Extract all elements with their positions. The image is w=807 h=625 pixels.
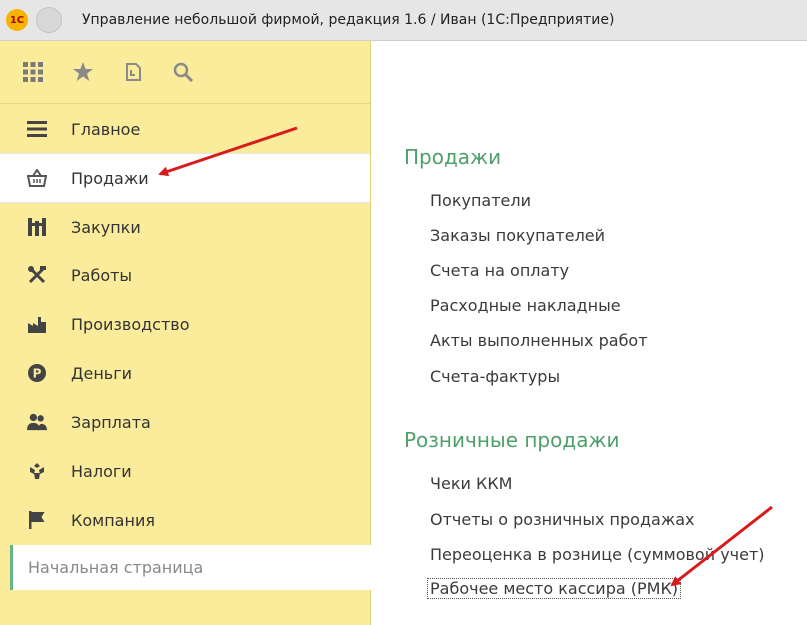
panel-toolbar xyxy=(0,41,370,104)
tools-icon xyxy=(27,265,47,285)
app-window: 1С Управление небольшой фирмой, редакция… xyxy=(0,0,807,625)
title-bar: 1С Управление небольшой фирмой, редакция… xyxy=(0,0,807,41)
sidebar-item-taxes[interactable]: Налоги xyxy=(0,447,370,495)
sidebar-item-label: Зарплата xyxy=(71,412,151,432)
link-work-acts[interactable]: Акты выполненных работ xyxy=(430,331,648,350)
sidebar-item-sales[interactable]: Продажи xyxy=(0,153,370,203)
history-icon[interactable] xyxy=(120,59,146,85)
start-page-tab[interactable]: Начальная страница xyxy=(10,545,371,590)
section-title-sales: Продажи xyxy=(404,145,502,169)
link-customers[interactable]: Покупатели xyxy=(430,191,531,210)
link-invoices-for-payment[interactable]: Счета на оплату xyxy=(430,261,569,280)
start-page-label: Начальная страница xyxy=(28,558,204,577)
sales-section-panel: Продажи Покупатели Заказы покупателей Сч… xyxy=(371,41,807,625)
sidebar-item-label: Продажи xyxy=(71,168,149,188)
sections-panel: Главное Продажи Закупки Работы Производс… xyxy=(0,41,371,625)
section-title-retail-sales: Розничные продажи xyxy=(404,428,620,452)
apps-grid-icon[interactable] xyxy=(20,59,46,85)
link-sales-invoices[interactable]: Расходные накладные xyxy=(430,296,621,315)
sidebar-item-company[interactable]: Компания xyxy=(0,496,370,544)
money-icon: P xyxy=(27,363,47,383)
link-cashier-workplace[interactable]: Рабочее место кассира (РМК) xyxy=(427,578,682,599)
link-tax-invoices[interactable]: Счета-фактуры xyxy=(430,367,560,386)
link-retail-revaluation[interactable]: Переоценка в рознице (суммовой учет) xyxy=(430,545,765,564)
sidebar-item-purchases[interactable]: Закупки xyxy=(0,203,370,251)
link-retail-sales-reports[interactable]: Отчеты о розничных продажах xyxy=(430,510,695,529)
search-icon[interactable] xyxy=(170,59,196,85)
sidebar-item-production[interactable]: Производство xyxy=(0,300,370,348)
cart-icon xyxy=(27,217,47,237)
factory-icon xyxy=(27,314,47,334)
sidebar-item-label: Работы xyxy=(71,265,133,285)
basket-icon xyxy=(27,168,47,188)
star-icon[interactable] xyxy=(70,59,96,85)
app-logo-icon[interactable]: 1С xyxy=(6,9,28,31)
sidebar-item-main[interactable]: Главное xyxy=(0,105,370,153)
svg-text:P: P xyxy=(33,367,42,381)
sidebar-item-works[interactable]: Работы xyxy=(0,251,370,299)
emblem-icon xyxy=(27,461,47,481)
window-title: Управление небольшой фирмой, редакция 1.… xyxy=(82,12,615,28)
window-menu-button[interactable] xyxy=(36,7,62,33)
sidebar-item-money[interactable]: P Деньги xyxy=(0,349,370,397)
sidebar-item-label: Компания xyxy=(71,510,155,530)
sidebar-item-label: Деньги xyxy=(71,363,133,383)
link-kkm-receipts[interactable]: Чеки ККМ xyxy=(430,474,512,493)
sidebar-item-label: Главное xyxy=(71,119,141,139)
sidebar-item-label: Закупки xyxy=(71,217,141,237)
sidebar-item-label: Налоги xyxy=(71,461,132,481)
people-icon xyxy=(27,412,47,432)
sidebar-item-label: Производство xyxy=(71,314,190,334)
menu-lines-icon xyxy=(27,119,47,139)
flag-icon xyxy=(27,510,47,530)
sidebar-item-salary[interactable]: Зарплата xyxy=(0,398,370,446)
link-customer-orders[interactable]: Заказы покупателей xyxy=(430,226,605,245)
